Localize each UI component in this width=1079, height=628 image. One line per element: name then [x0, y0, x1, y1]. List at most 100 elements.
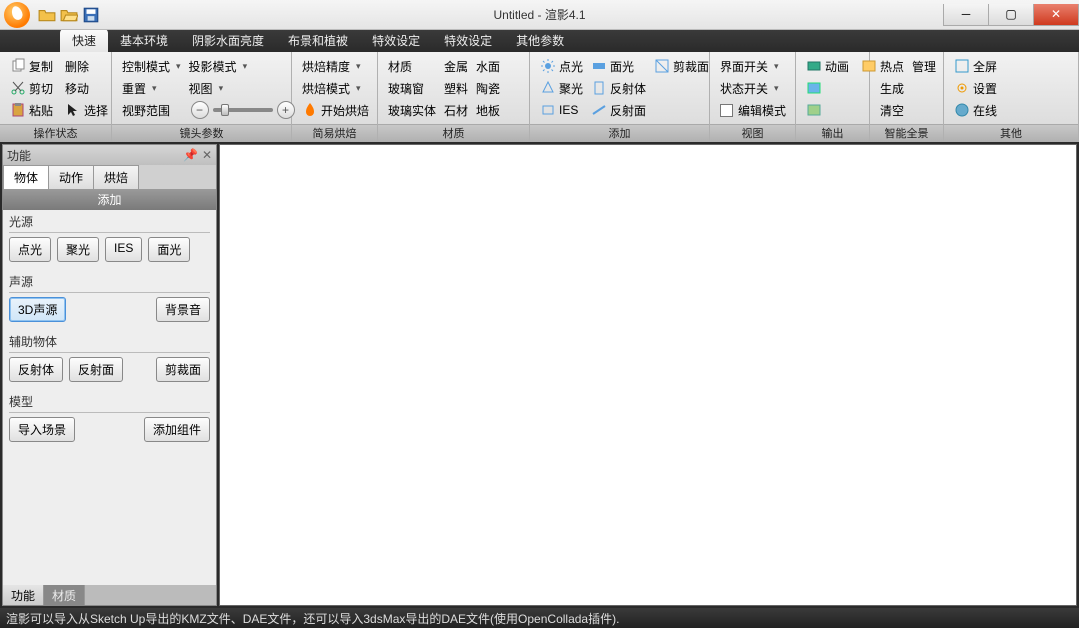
select-button[interactable]: 选择 — [61, 100, 112, 120]
mat-stone[interactable]: 石材 — [440, 100, 472, 120]
fov-button[interactable]: 视野范围 — [118, 100, 185, 120]
bottom-tab-material[interactable]: 材质 — [44, 585, 85, 605]
panel-tab-object[interactable]: 物体 — [3, 165, 49, 189]
copy-button[interactable]: 复制 — [6, 56, 57, 76]
edit-mode[interactable]: 编辑模式 — [716, 100, 790, 120]
view-button[interactable]: 视图 — [185, 78, 295, 98]
status-bar: 渲影可以导入从Sketch Up导出的KMZ文件、DAE文件，还可以导入3dsM… — [0, 608, 1079, 628]
group-view: 界面开关 状态开关 编辑模式 视图 — [710, 52, 796, 142]
image2-icon — [806, 102, 822, 118]
panel-title: 功能 — [7, 147, 31, 164]
btn-spotlight[interactable]: 聚光 — [57, 237, 99, 262]
clear[interactable]: 清空 — [876, 100, 908, 120]
mat-ceramic[interactable]: 陶瓷 — [472, 78, 504, 98]
tab-scenery[interactable]: 布景和植被 — [276, 29, 360, 52]
pointlight-icon — [540, 58, 556, 74]
close-panel-icon[interactable]: ✕ — [202, 148, 212, 162]
settings[interactable]: 设置 — [950, 78, 1001, 98]
reset-button[interactable]: 重置 — [118, 78, 185, 98]
section-helper: 辅助物体 反射体 反射面 剪裁面 — [3, 330, 216, 390]
ui-toggle[interactable]: 界面开关 — [716, 56, 790, 76]
bake-mode[interactable]: 烘焙模式 — [298, 78, 373, 98]
add-reflectplane[interactable]: 反射面 — [587, 100, 650, 120]
tab-fx1[interactable]: 特效设定 — [360, 29, 432, 52]
add-pointlight[interactable]: 点光 — [536, 56, 587, 76]
panel-tab-bake[interactable]: 烘焙 — [93, 165, 139, 189]
add-arealight[interactable]: 面光 — [587, 56, 650, 76]
film-icon — [806, 58, 822, 74]
bottom-tab-function[interactable]: 功能 — [3, 585, 44, 605]
close-button[interactable]: ✕ — [1033, 4, 1079, 26]
pin-icon[interactable]: 📌 — [183, 148, 198, 162]
paste-button[interactable]: 粘贴 — [6, 100, 57, 120]
add-reflector[interactable]: 反射体 — [587, 78, 650, 98]
mat-plastic[interactable]: 塑料 — [440, 78, 472, 98]
state-toggle[interactable]: 状态开关 — [716, 78, 790, 98]
online[interactable]: 在线 — [950, 100, 1001, 120]
cut-button[interactable]: 剪切 — [6, 78, 57, 98]
btn-ies[interactable]: IES — [105, 237, 142, 262]
bake-precision[interactable]: 烘焙精度 — [298, 56, 373, 76]
btn-arealight[interactable]: 面光 — [148, 237, 190, 262]
output-icon1[interactable] — [802, 78, 853, 98]
viewport[interactable] — [219, 144, 1077, 606]
ribbon: 复制 剪切 粘贴 删除 移动 选择 操作状态 控制模式 重置 视野范围 投影模式 — [0, 52, 1079, 142]
output-icon2[interactable] — [802, 100, 853, 120]
group-pano: 热点 生成 清空 管理 智能全景 — [870, 52, 944, 142]
open-icon[interactable] — [38, 6, 56, 24]
fullscreen[interactable]: 全屏 — [950, 56, 1001, 76]
quick-access-toolbar — [38, 6, 100, 24]
mat-water[interactable]: 水面 — [472, 56, 504, 76]
btn-bgm[interactable]: 背景音 — [156, 297, 210, 322]
btn-pointlight[interactable]: 点光 — [9, 237, 51, 262]
manage[interactable]: 管理 — [908, 56, 940, 76]
image-icon — [806, 80, 822, 96]
move-button[interactable]: 移动 — [61, 78, 112, 98]
btn-import-scene[interactable]: 导入场景 — [9, 417, 75, 442]
checkbox-icon[interactable] — [720, 104, 733, 117]
generate[interactable]: 生成 — [876, 78, 908, 98]
btn-3dsound[interactable]: 3D声源 — [9, 297, 66, 322]
slider-thumb[interactable] — [221, 104, 229, 116]
window-title: Untitled - 渲影4.1 — [493, 6, 585, 23]
group-camera: 控制模式 重置 视野范围 投影模式 视图 − + 镜头参数 — [112, 52, 292, 142]
group-material: 材质 玻璃窗 玻璃实体 金属 塑料 石材 水面 陶瓷 地板 材质 — [378, 52, 530, 142]
control-mode[interactable]: 控制模式 — [118, 56, 185, 76]
start-bake[interactable]: 开始烘焙 — [298, 100, 373, 120]
tab-fast[interactable]: 快速 — [60, 29, 108, 52]
projection-mode[interactable]: 投影模式 — [185, 56, 295, 76]
add-spotlight[interactable]: 聚光 — [536, 78, 587, 98]
panel-tab-action[interactable]: 动作 — [48, 165, 94, 189]
anim-button[interactable]: 动画 — [802, 56, 853, 76]
mat-floor[interactable]: 地板 — [472, 100, 504, 120]
btn-reflector[interactable]: 反射体 — [9, 357, 63, 382]
delete-button[interactable]: 删除 — [61, 56, 112, 76]
fov-slider[interactable]: − + — [191, 100, 295, 120]
mat-glass-solid[interactable]: 玻璃实体 — [384, 100, 440, 120]
save-icon[interactable] — [82, 6, 100, 24]
tab-other[interactable]: 其他参数 — [504, 29, 576, 52]
btn-reflectplane[interactable]: 反射面 — [69, 357, 123, 382]
slider-track[interactable] — [213, 108, 273, 112]
open2-icon[interactable] — [60, 6, 78, 24]
tab-basic-env[interactable]: 基本环境 — [108, 29, 180, 52]
maximize-button[interactable]: ▢ — [988, 4, 1034, 26]
group-title: 视图 — [710, 124, 795, 142]
tab-shadow[interactable]: 阴影水面亮度 — [180, 29, 276, 52]
minimize-button[interactable]: ─ — [943, 4, 989, 26]
titlebar: Untitled - 渲影4.1 ─ ▢ ✕ — [0, 0, 1079, 30]
mat-material[interactable]: 材质 — [384, 56, 440, 76]
panel-body: 光源 点光 聚光 IES 面光 声源 3D声源 背景音 辅助物体 反射体 — [3, 210, 216, 585]
btn-add-component[interactable]: 添加组件 — [144, 417, 210, 442]
tab-fx2[interactable]: 特效设定 — [432, 29, 504, 52]
mat-glass-window[interactable]: 玻璃窗 — [384, 78, 440, 98]
group-bake: 烘焙精度 烘焙模式 开始烘焙 简易烘焙 — [292, 52, 378, 142]
zoom-out-icon[interactable]: − — [191, 101, 209, 119]
add-ies[interactable]: IES — [536, 100, 587, 120]
work-area: 功能 📌✕ 物体 动作 烘焙 添加 光源 点光 聚光 IES 面光 声源 — [0, 142, 1079, 608]
section-title: 模型 — [9, 393, 210, 413]
mat-metal[interactable]: 金属 — [440, 56, 472, 76]
hotspot[interactable]: 热点 — [876, 56, 908, 76]
add-clipplane[interactable]: 剪裁面 — [650, 56, 713, 76]
btn-clipplane[interactable]: 剪裁面 — [156, 357, 210, 382]
